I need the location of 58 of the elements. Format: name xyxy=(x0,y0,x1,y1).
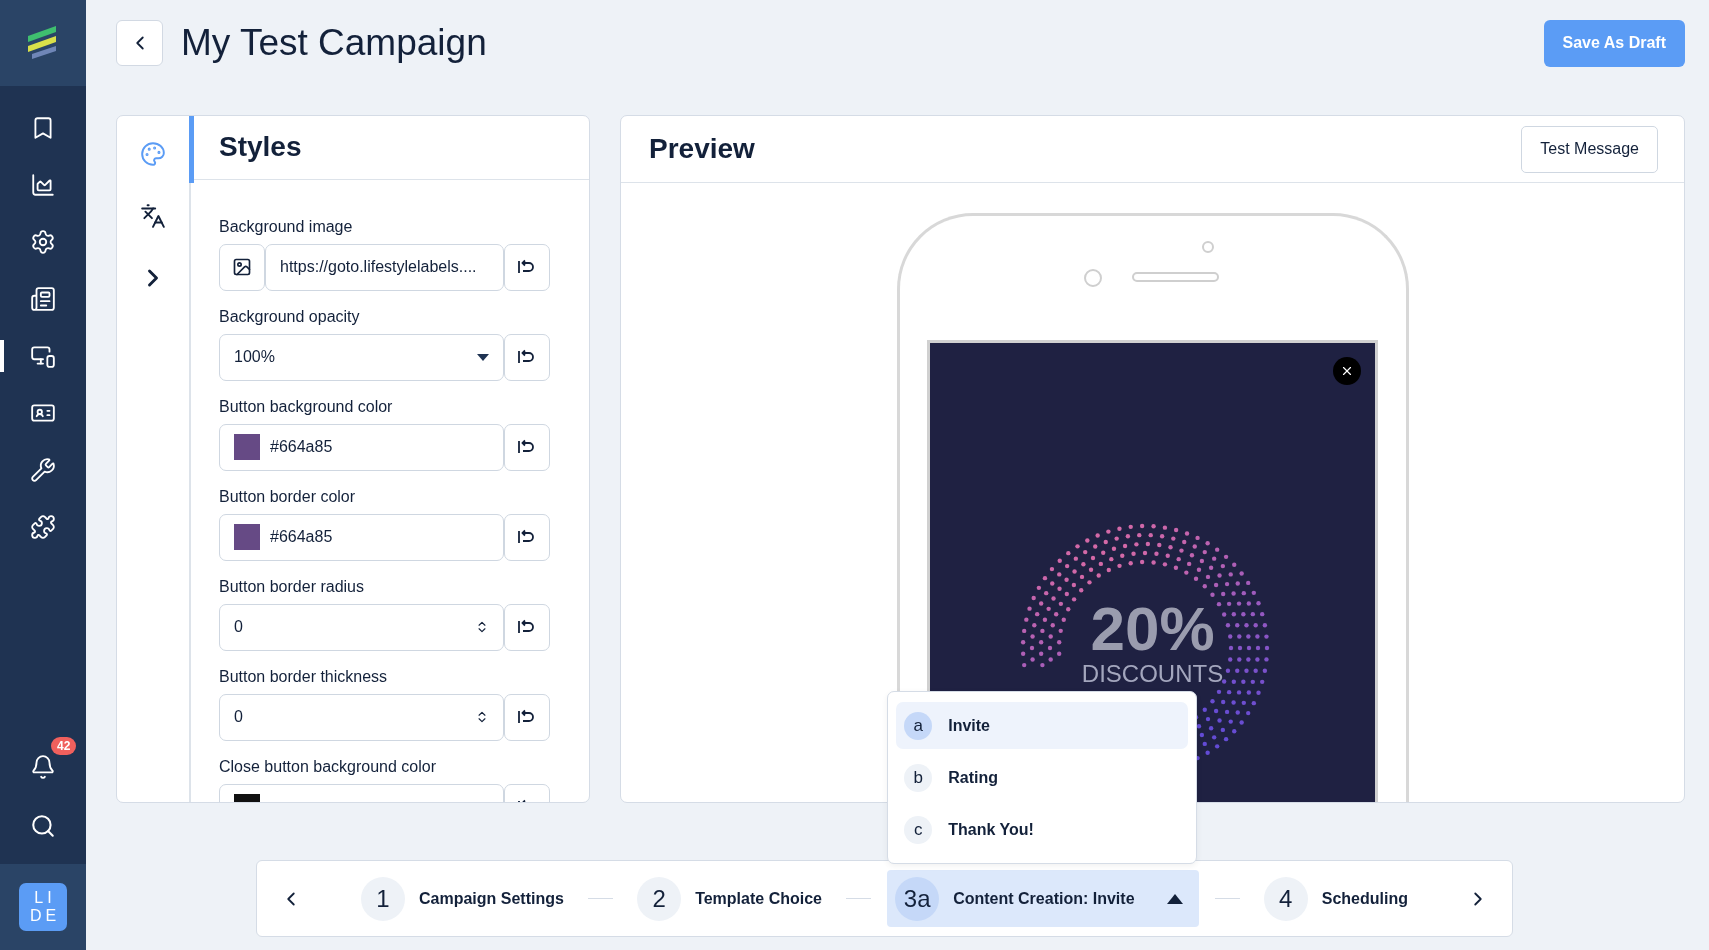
step-label: Campaign Settings xyxy=(419,889,564,908)
step-label: Template Choice xyxy=(695,889,822,908)
palette-icon xyxy=(140,141,166,167)
step-number: 2 xyxy=(637,876,682,921)
field-label: Close button background color xyxy=(219,757,438,776)
settings-icon xyxy=(30,229,56,255)
reset-icon xyxy=(517,439,537,456)
substep-item[interactable]: c Thank You! xyxy=(896,806,1189,853)
close-icon xyxy=(1340,364,1354,378)
newspaper-icon xyxy=(30,286,56,312)
reset-icon xyxy=(517,709,537,726)
devices-icon xyxy=(30,343,56,369)
page-title: My Test Campaign xyxy=(181,22,488,64)
image-icon xyxy=(232,257,252,278)
wrench-icon xyxy=(30,457,56,483)
step-number: 3a xyxy=(895,876,940,921)
search-icon xyxy=(30,813,56,839)
substep-item[interactable]: a Invite xyxy=(896,702,1189,749)
url-field[interactable]: https://goto.lifestylelabels.... xyxy=(265,243,504,291)
reset-icon xyxy=(517,529,537,546)
opacity-select[interactable]: 100% xyxy=(219,333,504,381)
puzzle-icon xyxy=(30,514,56,540)
reset-icon xyxy=(517,349,537,366)
dropdown-arrow-icon xyxy=(477,353,489,361)
reset-button[interactable] xyxy=(504,513,550,561)
color-field[interactable]: #664a85 xyxy=(219,513,504,561)
number-field[interactable]: 0 xyxy=(219,603,504,651)
step-label: Scheduling xyxy=(1321,889,1408,908)
field-label: Background opacity xyxy=(219,307,361,326)
color-field[interactable]: #664a85 xyxy=(219,423,504,471)
field-label: Button border color xyxy=(219,487,357,506)
field-label: Button border radius xyxy=(219,577,365,596)
step-item[interactable]: 1 Campaign Settings xyxy=(353,870,572,927)
field-label: Background image xyxy=(219,217,354,236)
step-label: Content Creation: Invite xyxy=(953,889,1135,908)
translate-icon xyxy=(140,203,166,229)
panel-title: Styles xyxy=(219,131,302,164)
reset-button[interactable] xyxy=(504,603,550,651)
field-label: Button background color xyxy=(219,397,394,416)
step-item[interactable]: 4 Scheduling xyxy=(1255,870,1416,927)
reset-icon xyxy=(517,619,537,636)
close-button[interactable] xyxy=(1333,357,1361,385)
reset-button[interactable] xyxy=(504,423,550,471)
step-number: 4 xyxy=(1263,876,1308,921)
field-label: Button border thickness xyxy=(219,667,389,686)
reset-icon xyxy=(517,259,537,276)
substep-item[interactable]: b Rating xyxy=(896,754,1189,801)
test-message-button[interactable]: Test Message xyxy=(1521,125,1658,173)
panel-title: Preview xyxy=(649,133,755,165)
reset-button[interactable] xyxy=(504,333,550,381)
step-item[interactable]: 2 Template Choice xyxy=(629,870,830,927)
reset-button[interactable] xyxy=(504,243,550,291)
chart-icon xyxy=(30,172,56,198)
reset-button[interactable] xyxy=(504,693,550,741)
bell-icon xyxy=(30,754,56,780)
step-number: 1 xyxy=(361,876,405,921)
number-field[interactable]: 0 xyxy=(219,693,504,741)
notification-badge: 42 xyxy=(51,737,77,755)
